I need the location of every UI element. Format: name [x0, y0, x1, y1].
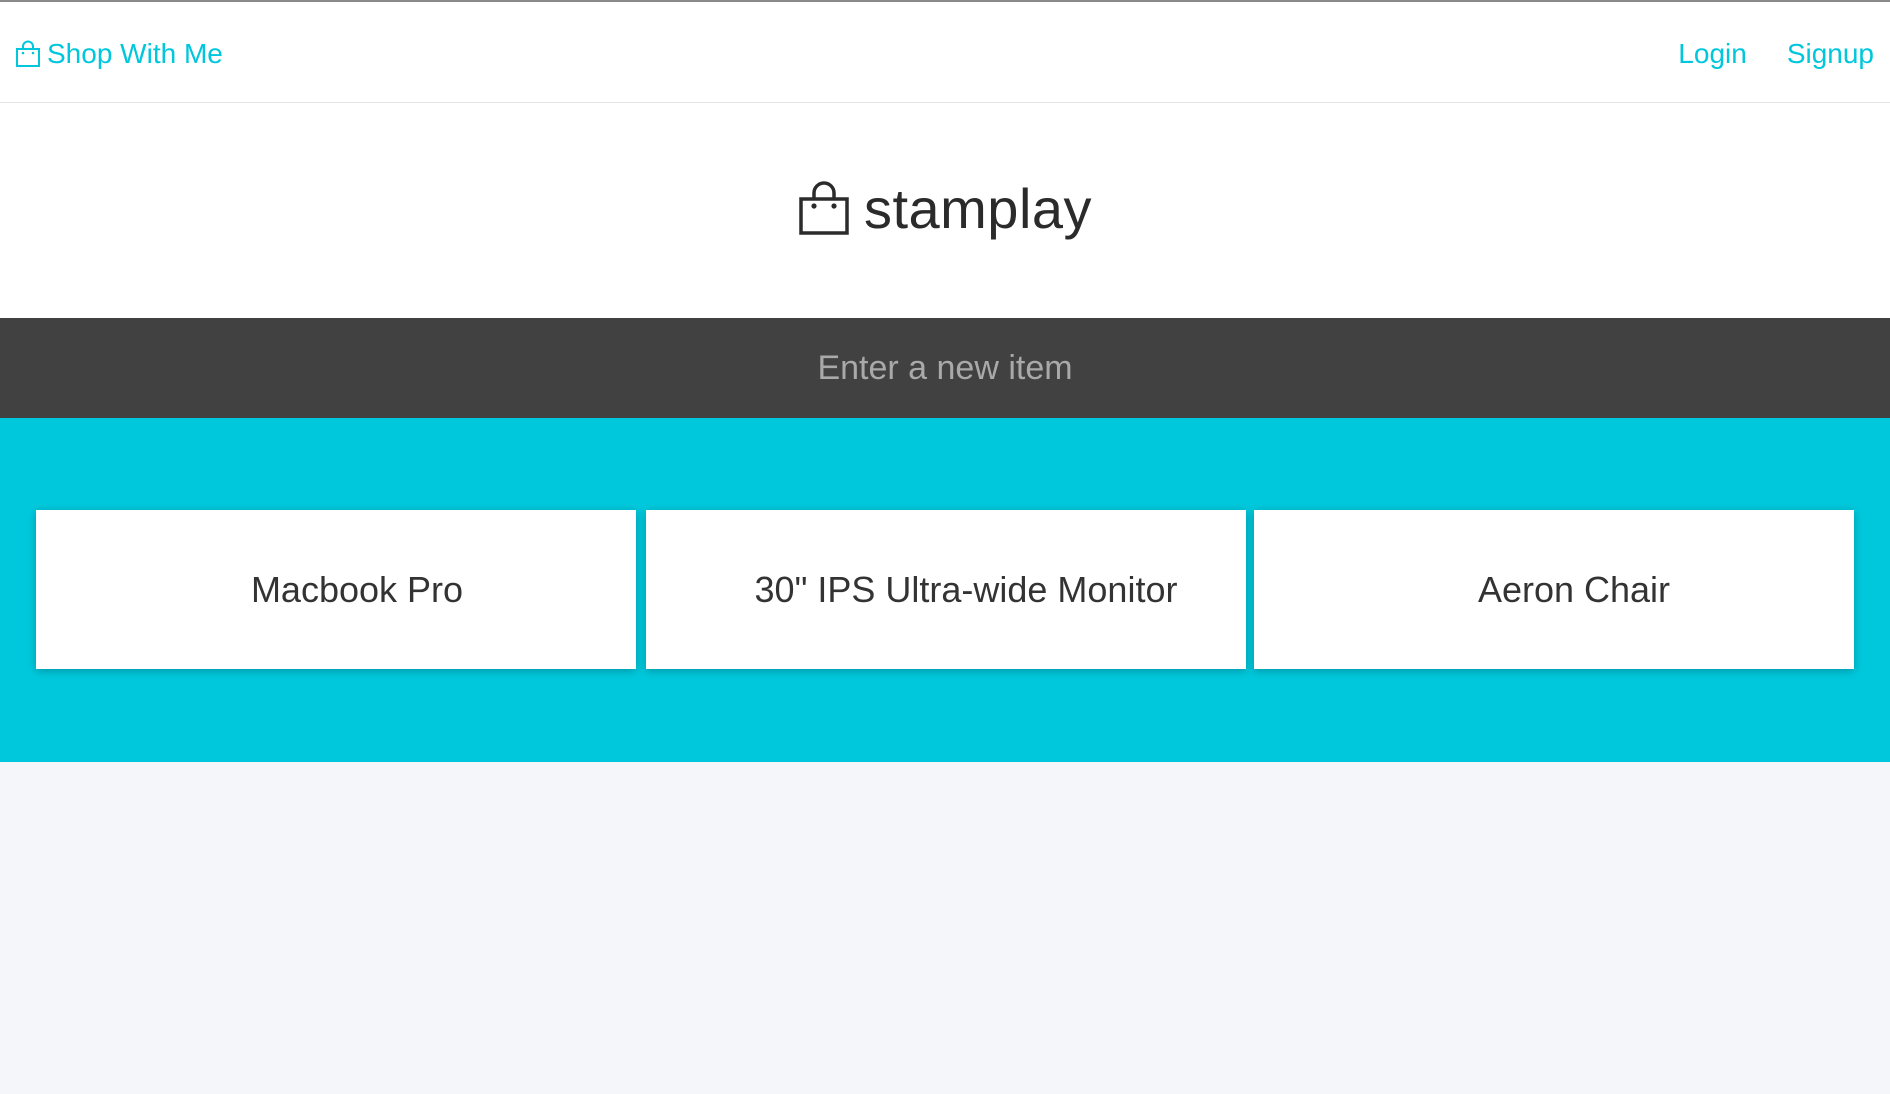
item-card[interactable]: Aeron Chair	[1254, 510, 1854, 669]
signup-link[interactable]: Signup	[1787, 34, 1874, 74]
item-name: Aeron Chair	[1477, 568, 1671, 610]
navbar: Shop With Me Login Signup	[0, 0, 1890, 103]
login-link[interactable]: Login	[1678, 34, 1747, 74]
page: Shop With Me Login Signup stamplay Macbo…	[0, 0, 1890, 1094]
new-item-input[interactable]	[0, 318, 1890, 418]
items-band: Macbook Pro 30" IPS Ultra-wide Monitor A…	[0, 418, 1890, 762]
stamplay-logo: stamplay	[0, 179, 1890, 239]
brand-label: Shop With Me	[47, 38, 223, 69]
logo-text: stamplay	[863, 177, 1093, 240]
item-name: Macbook Pro	[250, 568, 464, 610]
item-card[interactable]: 30" IPS Ultra-wide Monitor	[646, 510, 1246, 669]
nav-links: Login Signup	[1678, 34, 1874, 74]
new-item-bar	[0, 318, 1890, 418]
logo-area: stamplay	[0, 103, 1890, 318]
brand-link[interactable]: Shop With Me	[15, 34, 223, 74]
shopping-bag-icon	[15, 40, 41, 68]
item-name: 30" IPS Ultra-wide Monitor	[754, 568, 1178, 610]
shopping-bag-icon	[798, 181, 850, 237]
item-card[interactable]: Macbook Pro	[36, 510, 636, 669]
